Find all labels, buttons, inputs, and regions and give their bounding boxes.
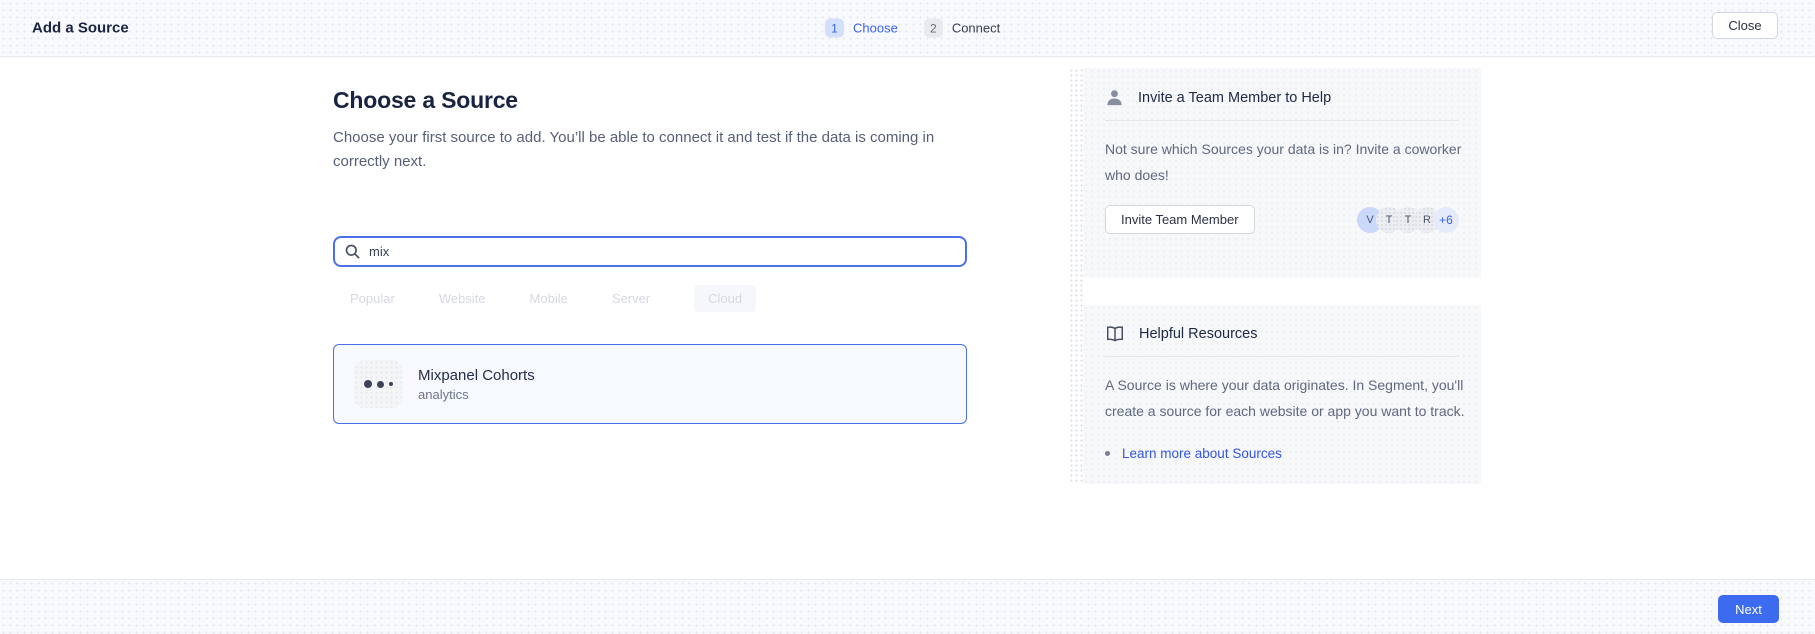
avatar-overflow-badge: +6 <box>1433 207 1459 233</box>
divider <box>1105 120 1459 121</box>
step-connect[interactable]: 2 Connect <box>924 19 1000 38</box>
modal-title: Add a Source <box>32 20 129 37</box>
invite-team-panel: Invite a Team Member to Help Not sure wh… <box>1083 68 1481 278</box>
tab-mobile[interactable]: Mobile <box>530 291 568 306</box>
modal-header: Add a Source 1 Choose 2 Connect Close <box>0 0 1815 57</box>
resources-link-row: Learn more about Sources <box>1105 446 1459 461</box>
step-connect-number: 2 <box>924 19 943 38</box>
invite-panel-title: Invite a Team Member to Help <box>1138 90 1331 106</box>
tab-cloud[interactable]: Cloud <box>694 285 756 312</box>
source-result-category: analytics <box>418 387 535 402</box>
team-avatar-stack: V T T R +6 <box>1357 207 1459 233</box>
divider <box>1105 356 1459 357</box>
tab-server[interactable]: Server <box>612 291 650 306</box>
bullet-icon <box>1105 451 1110 456</box>
next-button[interactable]: Next <box>1718 595 1779 623</box>
step-choose-number: 1 <box>825 19 844 38</box>
wizard-steps: 1 Choose 2 Connect <box>825 19 1000 38</box>
mixpanel-dots-icon <box>354 360 402 408</box>
resources-panel-body: A Source is where your data originates. … <box>1105 372 1465 424</box>
invite-actions-row: Invite Team Member V T T R +6 <box>1105 205 1459 234</box>
helpful-resources-panel: Helpful Resources A Source is where your… <box>1083 305 1481 484</box>
step-choose-label: Choose <box>853 21 898 36</box>
tab-popular[interactable]: Popular <box>350 291 395 306</box>
invite-panel-body: Not sure which Sources your data is in? … <box>1105 136 1465 188</box>
search-input[interactable] <box>369 244 955 259</box>
close-button[interactable]: Close <box>1712 12 1778 39</box>
invite-panel-header: Invite a Team Member to Help <box>1105 88 1459 107</box>
learn-more-sources-link[interactable]: Learn more about Sources <box>1122 446 1282 461</box>
person-icon <box>1105 88 1124 107</box>
search-icon <box>345 244 360 259</box>
main-content: Choose a Source Choose your first source… <box>0 57 1815 579</box>
book-icon <box>1105 325 1125 343</box>
category-tabs: Popular Website Mobile Server Cloud <box>350 285 756 312</box>
source-result-text: Mixpanel Cohorts analytics <box>418 367 535 402</box>
tab-website[interactable]: Website <box>439 291 486 306</box>
step-choose[interactable]: 1 Choose <box>825 19 898 38</box>
resources-panel-title: Helpful Resources <box>1139 326 1257 342</box>
sidebar-dotted-edge <box>1069 68 1083 484</box>
source-result-title: Mixpanel Cohorts <box>418 367 535 384</box>
source-search-field[interactable] <box>333 236 967 267</box>
invite-team-member-button[interactable]: Invite Team Member <box>1105 205 1255 234</box>
source-result-mixpanel-cohorts[interactable]: Mixpanel Cohorts analytics <box>333 344 967 424</box>
step-connect-label: Connect <box>952 21 1000 36</box>
page-description: Choose your first source to add. You’ll … <box>333 126 943 174</box>
resources-panel-header: Helpful Resources <box>1105 325 1459 343</box>
page-title: Choose a Source <box>333 87 518 114</box>
modal-footer: Next <box>0 579 1815 634</box>
add-source-modal: Add a Source 1 Choose 2 Connect Close Ch… <box>0 0 1815 634</box>
